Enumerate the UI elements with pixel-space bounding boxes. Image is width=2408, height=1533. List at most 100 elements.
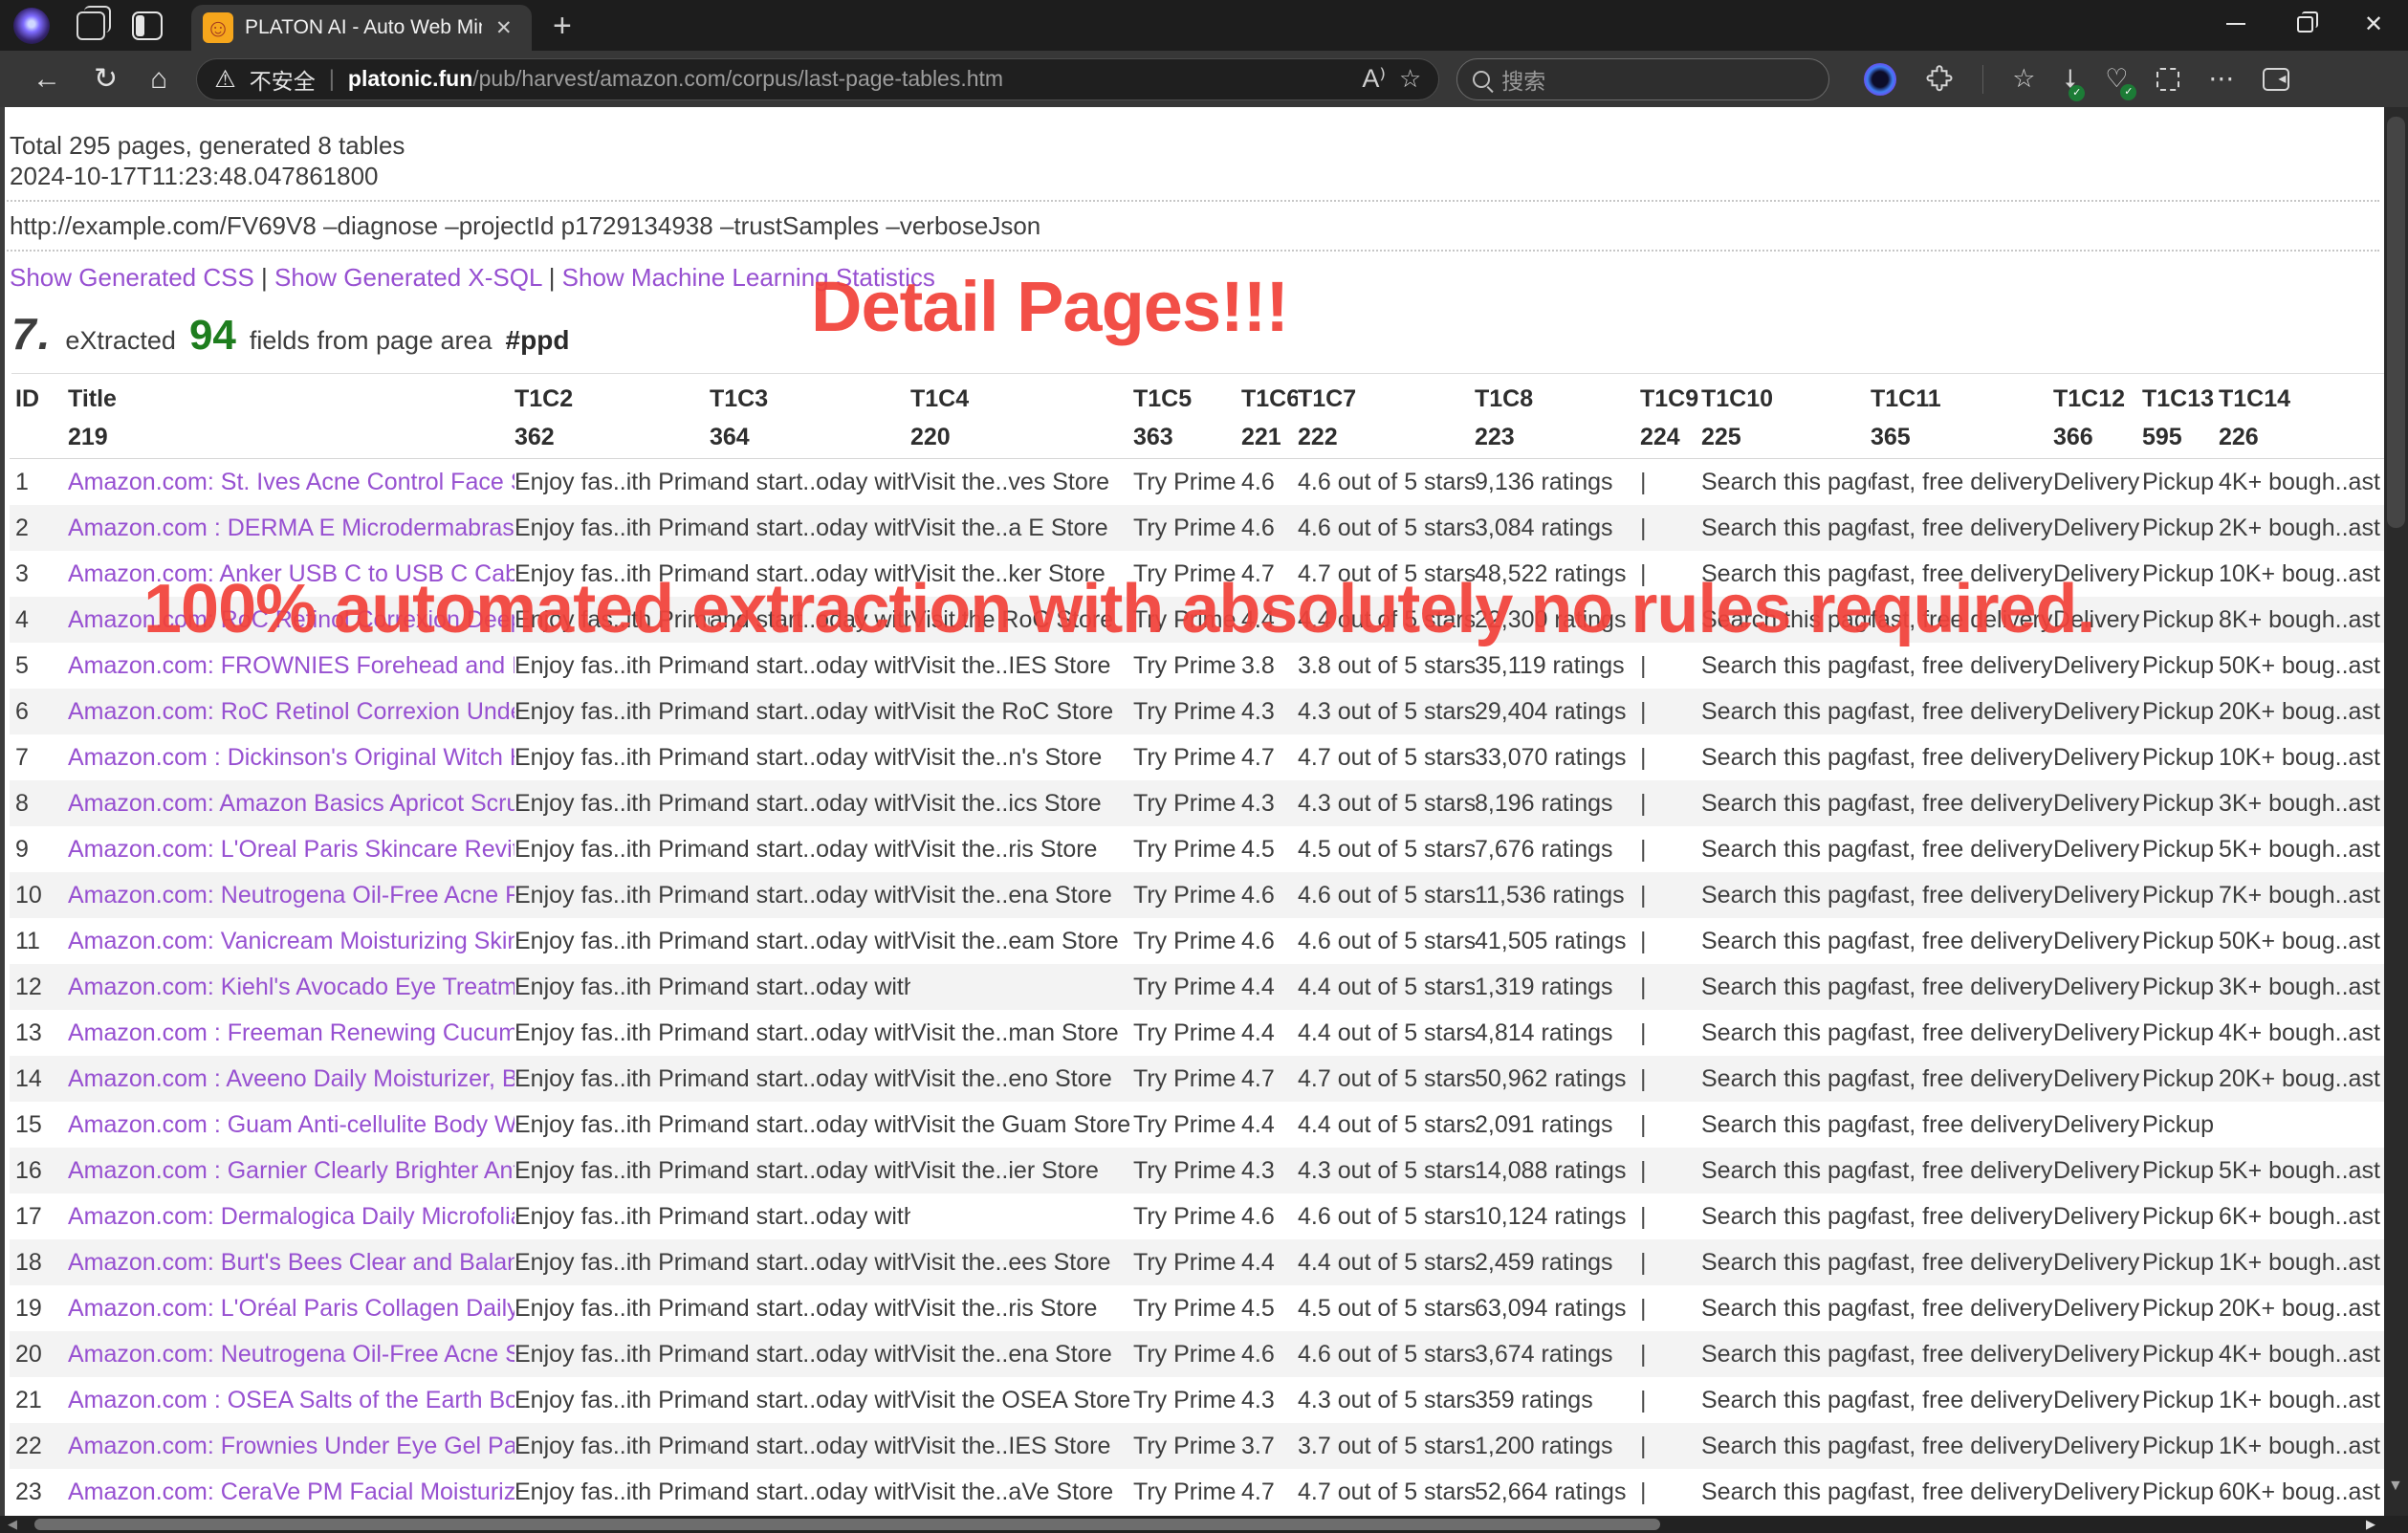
cell-t1c6-rating: 3.7 [1241,1433,1298,1460]
search-placeholder: 搜索 [1501,63,1545,96]
profile-avatar[interactable] [13,8,50,44]
new-tab-button[interactable]: + [553,8,572,45]
browser-window: ☺ PLATON AI - Auto Web Mining - e ✕ + ✕ … [0,0,2408,1533]
cell-t1c6-rating: 4.7 [1241,1478,1298,1506]
horizontal-scrollbar-thumb[interactable] [34,1519,1660,1530]
cell-t1c12-delivery: Delivery [2053,1295,2142,1323]
cell-t1c11-delivery-info: fast, free delivery [1871,882,2053,909]
cell-t1c12-delivery: Delivery [2053,1203,2142,1231]
link-separator: | [261,263,274,292]
cell-t1c7-stars: 4.3 out of 5 stars [1298,1387,1475,1414]
sidebar-toggle-icon[interactable] [2263,68,2289,91]
tab-actions-icon[interactable] [77,11,105,40]
product-title-link[interactable]: Amazon.com: Amazon Basics Apricot Scrub … [68,790,514,817]
table-row: 11 Amazon.com: Vanicream Moisturizing Sk… [10,918,2384,964]
cell-t1c7-stars: 3.8 out of 5 stars [1298,652,1475,680]
cell-t1c6-rating: 4.4 [1241,1019,1298,1047]
cell-t1c6-rating: 4.3 [1241,1157,1298,1185]
more-options-icon[interactable]: ⋯ [2208,64,2234,94]
tab-bar: ☺ PLATON AI - Auto Web Mining - e ✕ + ✕ [0,0,2408,51]
cell-t1c3: and start..oday with [710,1249,910,1277]
product-title-link[interactable]: Amazon.com: St. Ives Acne Control Face S… [68,469,514,495]
extensions-puzzle-icon[interactable] [1925,65,1954,94]
product-title-link[interactable]: Amazon.com: L'Oreal Paris Skincare Revit… [68,836,514,863]
downloads-icon[interactable]: ⭣ [2064,64,2076,95]
cell-title: Amazon.com : Garnier Clearly Brighter An… [68,1157,514,1185]
cell-t1c3: and start..oday with [710,836,910,864]
cell-t1c13-pickup: Pickup [2142,515,2219,542]
scroll-left-arrow-icon[interactable]: ◀ [8,1517,17,1532]
product-title-link[interactable]: Amazon.com: Frownies Under Eye Gel Patch… [68,1433,514,1459]
favorites-icon[interactable]: ☆ [2012,64,2035,94]
cell-t1c12-delivery: Delivery [2053,652,2142,680]
back-icon[interactable]: ← [33,63,61,96]
cell-t1c2: Enjoy fas..ith Prime [514,515,710,542]
show-generated-css-link[interactable]: Show Generated CSS [10,263,254,292]
header-t1c14: T1C14 [2219,385,2384,413]
product-title-link[interactable]: Amazon.com: Neutrogena Oil-Free Acne Str… [68,1341,514,1368]
security-warning-icon[interactable]: ⚠ [214,65,235,94]
home-icon[interactable]: ⌂ [150,63,167,96]
cell-t1c4-store: Visit the..a E Store [910,515,1133,542]
table-row: 19 Amazon.com: L'Oréal Paris Collagen Da… [10,1285,2384,1331]
product-title-link[interactable]: Amazon.com : Freeman Renewing Cucumbe... [68,1019,514,1046]
product-title-link[interactable]: Amazon.com: CeraVe PM Facial Moisturizin… [68,1478,514,1505]
refresh-icon[interactable]: ↻ [94,62,118,96]
web-capture-icon[interactable] [2156,68,2179,91]
product-title-link[interactable]: Amazon.com : Guam Anti-cellulite Body Wr… [68,1111,514,1138]
product-title-link[interactable]: Amazon.com : Dickinson's Original Witch … [68,744,514,771]
table-row: 16 Amazon.com : Garnier Clearly Brighter… [10,1148,2384,1194]
cell-t1c7-stars: 3.7 out of 5 stars [1298,1433,1475,1460]
close-button[interactable]: ✕ [2339,0,2408,48]
cell-t1c7-stars: 4.6 out of 5 stars [1298,1341,1475,1369]
table-row: 14 Amazon.com : Aveeno Daily Moisturizer… [10,1056,2384,1102]
cell-t1c10-search: Search this page [1701,515,1871,542]
product-title-link[interactable]: Amazon.com: Neutrogena Oil-Free Acne Fac… [68,882,514,909]
cell-t1c10-search: Search this page [1701,1157,1871,1185]
horizontal-scrollbar[interactable]: ◀ ▶ [0,1516,2408,1533]
cell-t1c14-bought: 5K+ bough..ast m [2219,1157,2384,1185]
product-title-link[interactable]: Amazon.com: Burt's Bees Clear and Balanc… [68,1249,514,1276]
header-t1c4: T1C4 [910,385,1133,413]
restore-button[interactable] [2270,0,2339,48]
cell-t1c9-pipe: | [1640,1433,1701,1460]
product-title-link[interactable]: Amazon.com: Kiehl's Avocado Eye Treatmen… [68,974,514,1000]
product-title-link[interactable]: Amazon.com : Garnier Clearly Brighter An… [68,1157,514,1184]
cell-title: Amazon.com : Dickinson's Original Witch … [68,744,514,772]
scroll-right-arrow-icon[interactable]: ▶ [2366,1517,2375,1532]
favorite-star-icon[interactable]: ☆ [1399,64,1421,94]
cell-t1c12-delivery: Delivery [2053,1111,2142,1139]
vertical-scrollbar-thumb[interactable] [2387,117,2405,528]
table-row: 6 Amazon.com: RoC Retinol Correxion Unde… [10,689,2384,734]
product-title-link[interactable]: Amazon.com : OSEA Salts of the Earth Bod… [68,1387,514,1413]
search-box[interactable]: 搜索 [1456,58,1829,100]
product-title-link[interactable]: Amazon.com: Vanicream Moisturizing Skin … [68,928,514,954]
show-generated-xsql-link[interactable]: Show Generated X-SQL [274,263,541,292]
table-row: 2 Amazon.com : DERMA E Microdermabrasion… [10,505,2384,551]
cell-t1c2: Enjoy fas..ith Prime [514,1157,710,1185]
cell-t1c11-delivery-info: fast, free delivery [1871,928,2053,955]
product-title-link[interactable]: Amazon.com : Aveeno Daily Moisturizer, B… [68,1065,514,1092]
product-title-link[interactable]: Amazon.com: Dermalogica Daily Microfolia… [68,1203,514,1230]
read-aloud-icon[interactable]: A⁾ [1362,64,1386,94]
cell-t1c4-store: Visit the..man Store [910,1019,1133,1047]
copilot-icon[interactable] [1864,63,1896,96]
product-title-link[interactable]: Amazon.com: FROWNIES Forehead and Betw..… [68,652,514,679]
scroll-down-arrow-icon[interactable]: ▼ [2388,1478,2403,1495]
cell-t1c13-pickup: Pickup [2142,1065,2219,1093]
address-bar[interactable]: ⚠ 不安全 | platonic.fun/pub/harvest/amazon.… [196,58,1439,100]
table-row: 18 Amazon.com: Burt's Bees Clear and Bal… [10,1239,2384,1285]
minimize-button[interactable] [2201,0,2270,48]
cell-title: Amazon.com: Neutrogena Oil-Free Acne Str… [68,1341,514,1369]
cell-t1c5-try-prime: Try Prime [1133,1111,1241,1139]
product-title-link[interactable]: Amazon.com : DERMA E Microdermabrasion .… [68,515,514,541]
product-title-link[interactable]: Amazon.com: RoC Retinol Correxion Under … [68,698,514,725]
tab-close-icon[interactable]: ✕ [495,16,513,40]
vertical-scrollbar[interactable]: ▼ [2384,107,2408,1516]
product-title-link[interactable]: Amazon.com: L'Oréal Paris Collagen Daily… [68,1295,514,1322]
split-screen-icon[interactable] [132,11,163,40]
browser-essentials-icon[interactable]: ♡ [2105,64,2128,94]
browser-tab[interactable]: ☺ PLATON AI - Auto Web Mining - e ✕ [191,5,532,51]
cell-t1c11-delivery-info: fast, free delivery [1871,652,2053,680]
cell-t1c4-store: Visit the..ena Store [910,882,1133,909]
